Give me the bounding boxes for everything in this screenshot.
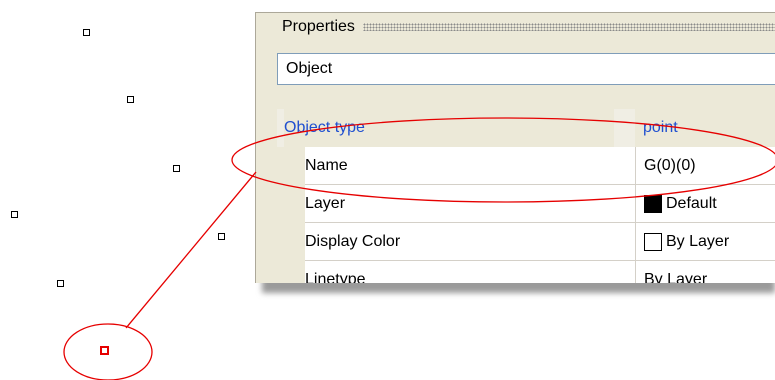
property-label: Object type — [284, 109, 614, 147]
property-label: Layer — [305, 185, 635, 223]
point-marker[interactable] — [127, 96, 134, 103]
property-value[interactable]: Default — [635, 185, 775, 223]
property-value[interactable]: By Layer — [635, 261, 775, 283]
property-label: Linetype — [305, 261, 635, 283]
property-value-text: G(0)(0) — [644, 156, 696, 174]
property-row-layer[interactable]: Layer Default — [277, 185, 775, 223]
property-row-display-color[interactable]: Display Color By Layer — [277, 223, 775, 261]
property-value-text: By Layer — [644, 270, 708, 284]
property-value-text: By Layer — [666, 232, 730, 250]
property-value[interactable]: G(0)(0) — [635, 147, 775, 185]
object-selector-dropdown[interactable]: Object — [277, 53, 775, 85]
property-label: Name — [305, 147, 635, 185]
property-row-linetype[interactable]: Linetype By Layer — [277, 261, 775, 283]
property-label: Display Color — [305, 223, 635, 261]
color-swatch-icon — [644, 194, 662, 213]
property-grid: Object type point Name G(0)(0) Layer Def… — [277, 109, 775, 283]
point-marker[interactable] — [11, 211, 18, 218]
drag-grip-icon[interactable] — [362, 23, 775, 31]
selected-point-marker[interactable] — [100, 346, 109, 355]
drawing-canvas[interactable]: Properties Object Object type point Name… — [0, 0, 775, 380]
properties-title: Properties — [282, 18, 355, 35]
point-marker[interactable] — [218, 233, 225, 240]
point-marker[interactable] — [173, 165, 180, 172]
property-value-text: Default — [666, 194, 717, 212]
callout-leader-line — [125, 171, 257, 329]
point-marker[interactable] — [83, 29, 90, 36]
properties-header[interactable]: Properties — [256, 13, 775, 41]
property-value: point — [635, 109, 775, 147]
color-swatch-icon — [644, 232, 662, 251]
property-row-name[interactable]: Name G(0)(0) — [277, 147, 775, 185]
property-row-object-type: Object type point — [277, 109, 775, 147]
point-marker[interactable] — [57, 280, 64, 287]
property-value[interactable]: By Layer — [635, 223, 775, 261]
properties-panel: Properties Object Object type point Name… — [255, 12, 775, 283]
